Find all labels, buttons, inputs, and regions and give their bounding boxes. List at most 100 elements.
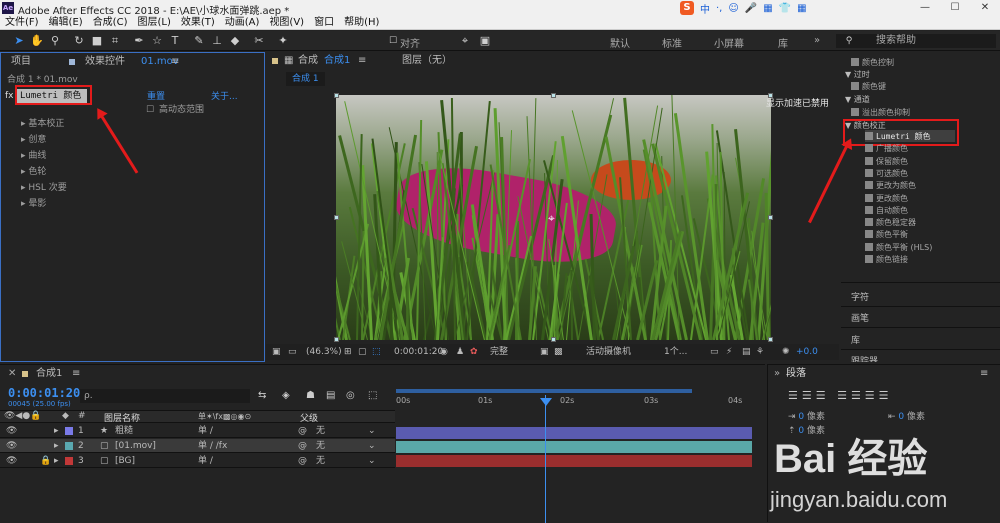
motion-blur-icon[interactable]: ◎ (346, 390, 355, 401)
region-icon[interactable]: ⬚ (372, 344, 381, 360)
time-ruler[interactable]: 00s 01s 02s 03s 04s (396, 396, 756, 410)
layer-name[interactable]: [01.mov] (115, 439, 156, 453)
section-basic[interactable]: ▸ 基本校正 (21, 117, 64, 131)
effect-reset-link[interactable]: 重置 (147, 90, 165, 104)
views-dropdown[interactable]: 1个... (664, 344, 687, 360)
indent-left-value[interactable]: 0 (798, 412, 804, 422)
timeline-timecode[interactable]: 0:00:01:20 (8, 386, 80, 400)
visibility-icon[interactable]: 👁 (6, 439, 17, 453)
effect-item[interactable]: 更改为颜色 (865, 180, 916, 192)
layer-bar-1[interactable] (396, 427, 752, 439)
label-color-swatch[interactable] (65, 442, 73, 450)
pen-tool-icon[interactable]: ✒ (132, 34, 146, 48)
section-curves[interactable]: ▸ 曲线 (21, 149, 46, 163)
transform-handle[interactable] (334, 215, 339, 220)
indent-first-value[interactable]: 0 (898, 412, 904, 422)
selection-tool-icon[interactable]: ➤ (12, 34, 26, 48)
snap-checkbox[interactable]: ☐ (386, 34, 400, 48)
transform-handle[interactable] (551, 93, 556, 98)
effect-item[interactable]: 自动颜色 (865, 205, 908, 217)
hand-tool-icon[interactable]: ✋ (30, 34, 44, 48)
ime-mode[interactable]: 中 (700, 1, 710, 16)
tab-paragraph[interactable]: 段落 (786, 365, 806, 383)
eraser-tool-icon[interactable]: ◆ (228, 34, 242, 48)
effect-item[interactable]: 更改颜色 (865, 193, 908, 205)
lock-icon[interactable]: 🔒 (40, 454, 51, 468)
menu-composition[interactable]: 合成(C) (88, 16, 133, 29)
fast-preview-icon[interactable]: ⚡ (726, 344, 732, 360)
align-buttons[interactable]: ☰☰☰ ☰☰☰☰ (788, 389, 893, 402)
effect-item[interactable]: 颜色稳定器 (865, 217, 916, 229)
always-preview-icon[interactable]: ▣ (272, 344, 281, 360)
ime-toolbar[interactable]: S 中 ·, ☺ 🎤 ▦ 👕 ▦ (680, 1, 830, 16)
menu-window[interactable]: 窗口 (309, 16, 339, 29)
transparency-grid-icon[interactable]: ▩ (554, 344, 563, 360)
workspace-default[interactable]: 默认 (610, 35, 630, 50)
playhead-handle[interactable] (540, 398, 553, 406)
effect-item[interactable]: Lumetri 颜色 (865, 131, 931, 143)
frame-blend-icon[interactable]: ▤ (326, 390, 335, 401)
tab-composition-icon[interactable]: ▦ (284, 52, 293, 70)
close-button[interactable]: ✕ (970, 0, 1000, 16)
roi-icon[interactable]: ▣ (540, 344, 549, 360)
tab-effect-controls[interactable]: 效果控件 (85, 53, 125, 71)
transform-handle[interactable] (334, 337, 339, 342)
hdr-checkbox[interactable]: ☐ (146, 103, 154, 117)
pixel-aspect-icon[interactable]: ▭ (710, 344, 719, 360)
type-tool-icon[interactable]: T (168, 34, 182, 48)
layer-switches[interactable]: 单 ∕ (198, 424, 213, 438)
transform-handle[interactable] (551, 337, 556, 342)
anchor-point-icon[interactable]: ⌖ (548, 211, 555, 226)
effect-item[interactable]: 颜色控制 (851, 57, 894, 69)
workspace-libraries[interactable]: 库 (778, 35, 788, 50)
label-color-swatch[interactable] (65, 457, 73, 465)
mask-icon[interactable]: ▢ (358, 344, 367, 360)
puppet-tool-icon[interactable]: ✦ (276, 34, 290, 48)
paragraph-close-icon[interactable]: » (774, 365, 780, 383)
graph-editor-icon[interactable]: ⬚ (368, 390, 377, 401)
grid-icon[interactable]: ⊞ (344, 344, 352, 360)
space-before-row[interactable]: ⇡ 0 像素 (788, 423, 825, 436)
group-obsolete[interactable]: ▼ 过时 (845, 69, 870, 81)
panel-menu-icon[interactable]: ≡ (171, 53, 179, 71)
layer-row[interactable]: 👁 ▸ 1 ★ 粗糙 单 ∕ @ 无 ⌄ (0, 424, 395, 438)
parent-dropdown[interactable]: 无 (316, 439, 325, 453)
chevron-down-icon[interactable]: ⌄ (368, 424, 376, 438)
effect-item[interactable]: 颜色平衡 (865, 229, 908, 241)
workspace-more-icon[interactable]: » (814, 35, 820, 46)
parent-dropdown[interactable]: 无 (316, 454, 325, 468)
shape-tool-icon[interactable]: ☆ (150, 34, 164, 48)
transform-handle[interactable] (334, 93, 339, 98)
visibility-icon[interactable]: 👁 (6, 424, 17, 438)
clone-tool-icon[interactable]: ⊥ (210, 34, 224, 48)
timeline-menu-icon[interactable]: ≡ (72, 365, 80, 383)
maximize-button[interactable]: ☐ (940, 0, 970, 16)
timeline-toggle-icon[interactable]: ▤ (742, 344, 751, 360)
tab-composition[interactable]: 合成 (298, 52, 318, 70)
snap-option-icon[interactable]: ⌖ (458, 34, 472, 48)
shy-icon[interactable]: ☗ (306, 390, 315, 401)
panel-tracker[interactable]: 跟踪器 (851, 354, 878, 362)
space-before-value[interactable]: 0 (798, 426, 804, 436)
sogou-icon[interactable]: S (680, 1, 694, 15)
pan-behind-tool-icon[interactable]: ⌗ (108, 34, 122, 48)
layer-name[interactable]: [BG] (115, 454, 135, 468)
show-snapshot-icon[interactable]: ♟ (456, 344, 464, 360)
layer-bar-2[interactable] (396, 441, 752, 453)
panel-libraries[interactable]: 库 (851, 333, 860, 346)
effect-item[interactable]: 可选颜色 (865, 168, 908, 180)
monitor-icon[interactable]: ▭ (288, 344, 297, 360)
panel-character[interactable]: 字符 (851, 290, 869, 303)
layer-name[interactable]: 粗糙 (115, 424, 133, 438)
pick-whip-icon[interactable]: @ (298, 424, 307, 438)
tab-timeline-comp[interactable]: 合成1 (36, 365, 62, 383)
layer-row[interactable]: 👁 ▸ 2 ▢ [01.mov] 单 ∕ ∕fx @ 无 ⌄ (0, 439, 395, 453)
label-color-swatch[interactable] (65, 427, 73, 435)
ime-mic-icon[interactable]: 🎤 (745, 3, 757, 14)
effect-item[interactable]: 溢出颜色抑制 (851, 107, 910, 119)
effect-item[interactable]: 保留颜色 (865, 156, 908, 168)
snapshot-icon[interactable]: ◉ (440, 344, 448, 360)
group-channel[interactable]: ▼ 通道 (845, 94, 870, 106)
visibility-icon[interactable]: 👁 (6, 454, 17, 468)
color-channel-icon[interactable]: ✿ (470, 344, 478, 360)
